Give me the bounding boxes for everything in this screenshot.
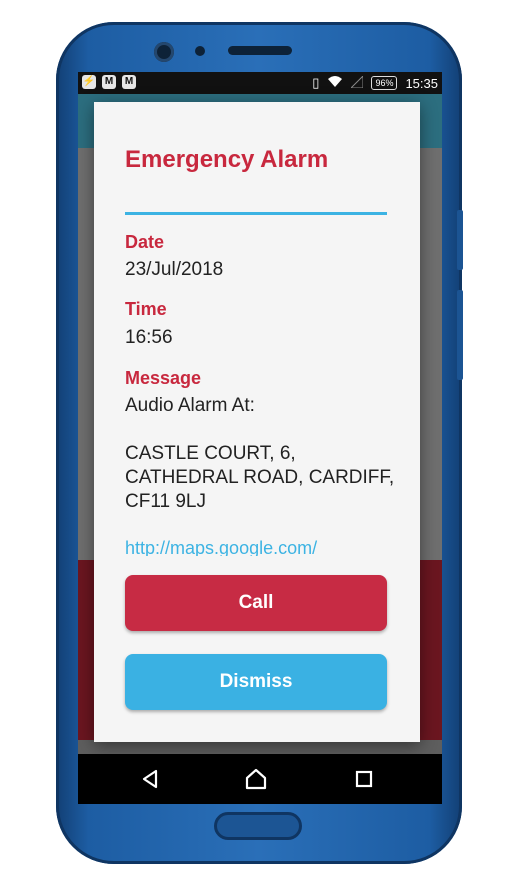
status-time: 15:35 [405, 75, 438, 91]
emergency-alarm-dialog: Emergency Alarm Date 23/Jul/2018 Time 16… [94, 102, 420, 742]
home-icon[interactable] [236, 762, 276, 796]
system-icons: ▯ 96% 15:35 [312, 74, 438, 91]
phone-screen: ⚡ M M ▯ 96% 15:35 Emergency Alarm Date 2… [78, 72, 442, 804]
time-label: Time [125, 299, 167, 319]
battery-indicator: 96% [371, 76, 398, 90]
date-label: Date [125, 232, 165, 252]
time-value: 16:56 [125, 327, 173, 348]
status-bar: ⚡ M M ▯ 96% 15:35 [78, 72, 442, 94]
power-button [457, 290, 463, 380]
gmail-icon: M [102, 75, 116, 89]
title-divider [125, 212, 387, 215]
dismiss-button[interactable]: Dismiss [125, 654, 387, 710]
map-link[interactable]: http://maps.google.com/ [125, 540, 395, 556]
call-button[interactable]: Call [125, 575, 387, 631]
vibrate-icon: ▯ [312, 75, 320, 90]
dialog-title: Emergency Alarm [125, 146, 329, 173]
front-camera [154, 42, 174, 62]
navigation-bar [78, 754, 442, 804]
message-text: Audio Alarm At: CASTLE COURT, 6, CATHEDR… [125, 395, 395, 512]
message-link-container: http://maps.google.com/ [125, 540, 395, 556]
signal-icon [350, 74, 364, 91]
earpiece-speaker [228, 46, 292, 55]
message-label: Message [125, 368, 202, 388]
gmail-icon: M [122, 75, 136, 89]
wifi-icon [327, 75, 343, 91]
messenger-icon: ⚡ [82, 75, 96, 89]
recent-apps-icon[interactable] [344, 762, 384, 796]
date-value: 23/Jul/2018 [125, 259, 224, 280]
volume-button [457, 210, 463, 270]
back-icon[interactable] [130, 762, 170, 796]
physical-home-button[interactable] [214, 812, 302, 840]
proximity-sensor [195, 46, 205, 56]
notification-icons: ⚡ M M [82, 75, 136, 89]
